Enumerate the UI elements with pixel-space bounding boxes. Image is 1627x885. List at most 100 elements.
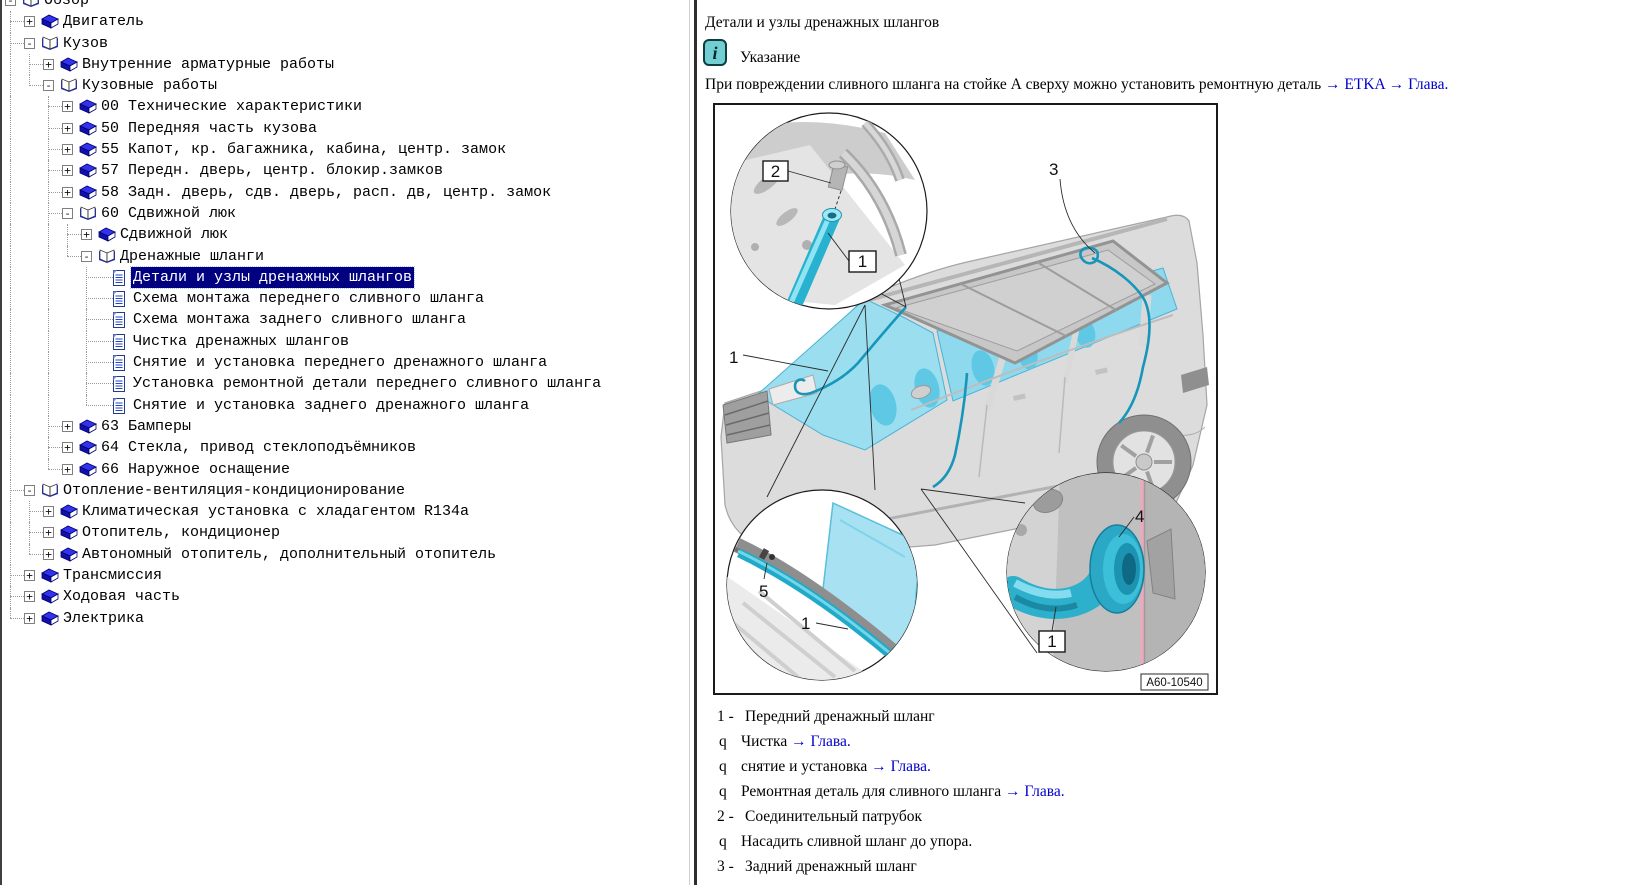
collapse-minus-icon[interactable]: - <box>24 38 35 49</box>
tree-item-label[interactable]: Кузов <box>61 33 110 54</box>
tree-item-label[interactable]: Кузовные работы <box>80 75 219 96</box>
tree-item-label[interactable]: 57 Передн. дверь, центр. блокир.замков <box>99 160 445 181</box>
tree-item-label[interactable]: Электрика <box>61 608 146 629</box>
collapse-minus-icon[interactable]: - <box>43 80 54 91</box>
tree-item-label[interactable]: Автономный отопитель, дополнительный ото… <box>80 544 498 565</box>
expand-plus-icon[interactable]: + <box>62 123 73 134</box>
collapse-minus-icon[interactable]: - <box>62 208 73 219</box>
tree-item[interactable]: Схема монтажа переднего сливного шланга <box>2 288 691 309</box>
tree-item[interactable]: - Отопление-вентиляция-кондиционирование <box>2 480 691 501</box>
expand-plus-icon[interactable]: + <box>24 613 35 624</box>
callout-1-left: 1 <box>729 348 738 367</box>
tree-item-label[interactable]: Климатическая установка с хладагентом R1… <box>80 501 471 522</box>
tree-guide <box>10 21 24 22</box>
chapter-link[interactable]: Глава. <box>1024 783 1064 800</box>
collapse-minus-icon[interactable]: - <box>5 0 16 6</box>
tree-item[interactable]: Схема монтажа заднего сливного шланга <box>2 309 691 330</box>
tree-item-label[interactable]: 00 Технические характеристики <box>99 96 364 117</box>
tree-item[interactable]: + Автономный отопитель, дополнительный от… <box>2 544 691 565</box>
tree-item-label[interactable]: Чистка дренажных шлангов <box>131 331 351 352</box>
tree-item-label[interactable]: 66 Наружное оснащение <box>99 459 292 480</box>
expand-plus-icon[interactable]: + <box>43 506 54 517</box>
collapse-minus-icon[interactable]: - <box>81 251 92 262</box>
tree-item-label[interactable]: Схема монтажа заднего сливного шланга <box>131 309 468 330</box>
expand-plus-icon[interactable]: + <box>43 527 54 538</box>
expand-plus-icon[interactable]: + <box>24 570 35 581</box>
tree-item[interactable]: + Трансмиссия <box>2 565 691 586</box>
document-icon <box>113 355 125 371</box>
tree-item-label[interactable]: 50 Передняя часть кузова <box>99 118 319 139</box>
tree-item[interactable]: - 60 Сдвижной люк <box>2 203 691 224</box>
expand-plus-icon[interactable]: + <box>24 16 35 27</box>
tree-item[interactable]: - Обзор <box>2 0 691 11</box>
expand-plus-icon[interactable]: + <box>62 187 73 198</box>
expand-plus-icon[interactable]: + <box>62 442 73 453</box>
legend-number: 1 - <box>705 704 745 729</box>
tree-item[interactable]: - Дренажные шланги <box>2 246 691 267</box>
expand-plus-icon[interactable]: + <box>24 591 35 602</box>
tree-item-label[interactable]: Установка ремонтной детали переднего сли… <box>131 373 603 394</box>
tree-item[interactable]: +50 Передняя часть кузова <box>2 118 691 139</box>
tree-item[interactable]: +58 Задн. дверь, сдв. дверь, расп. дв, ц… <box>2 182 691 203</box>
tree-item-label[interactable]: 55 Капот, кр. багажника, кабина, центр. … <box>99 139 508 160</box>
expand-plus-icon[interactable]: + <box>81 229 92 240</box>
tree-item-label[interactable]: Отопление-вентиляция-кондиционирование <box>61 480 407 501</box>
expand-plus-icon[interactable]: + <box>43 59 54 70</box>
tree-item[interactable]: +57 Передн. дверь, центр. блокир.замков <box>2 160 691 181</box>
tree-item-label[interactable]: Внутренние арматурные работы <box>80 54 336 75</box>
tree-guide <box>48 331 49 352</box>
tree-item[interactable]: Снятие и установка заднего дренажного шл… <box>2 395 691 416</box>
tree-item[interactable]: Чистка дренажных шлангов <box>2 331 691 352</box>
expand-plus-icon[interactable]: + <box>43 549 54 560</box>
tree-item-label-selected[interactable]: Детали и узлы дренажных шлангов <box>131 267 414 288</box>
panel-splitter[interactable] <box>689 0 697 885</box>
tree-item[interactable]: + Внутренние арматурные работы <box>2 54 691 75</box>
tree-item[interactable]: + Двигатель <box>2 11 691 32</box>
tree-item[interactable]: +00 Технические характеристики <box>2 96 691 117</box>
collapse-minus-icon[interactable]: - <box>24 485 35 496</box>
tree-item-label[interactable]: Двигатель <box>61 11 146 32</box>
tree-item[interactable]: +55 Капот, кр. багажника, кабина, центр.… <box>2 139 691 160</box>
tree-item[interactable]: + Электрика <box>2 608 691 629</box>
tree-item[interactable]: Установка ремонтной детали переднего сли… <box>2 373 691 394</box>
tree-item-label[interactable]: Обзор <box>42 0 91 11</box>
tree-guide <box>48 447 62 448</box>
legend-sub-item: qЧистка → Глава. <box>705 729 1627 754</box>
expand-plus-icon[interactable]: + <box>62 101 73 112</box>
expand-plus-icon[interactable]: + <box>62 165 73 176</box>
tree-item-label[interactable]: Ходовая часть <box>61 586 182 607</box>
tree-item-label[interactable]: 64 Стекла, привод стеклоподъёмников <box>99 437 418 458</box>
book-closed-icon <box>98 227 116 242</box>
expand-plus-icon[interactable]: + <box>62 144 73 155</box>
chapter-link[interactable]: Глава. <box>1408 76 1448 93</box>
tree-guide <box>86 298 113 299</box>
tree-item[interactable]: + Сдвижной люк <box>2 224 691 245</box>
chapter-link[interactable]: Глава. <box>810 733 850 750</box>
tree-item[interactable]: + Климатическая установка с хладагентом R… <box>2 501 691 522</box>
book-closed-icon <box>60 57 78 72</box>
tree-item[interactable]: - Кузовные работы <box>2 75 691 96</box>
tree-item-label[interactable]: Схема монтажа переднего сливного шланга <box>131 288 486 309</box>
expand-plus-icon[interactable]: + <box>62 464 73 475</box>
book-closed-icon <box>41 611 59 626</box>
tree-item-label[interactable]: Дренажные шланги <box>118 246 266 267</box>
tree-item-label[interactable]: Снятие и установка переднего дренажного … <box>131 352 549 373</box>
tree-item[interactable]: + Ходовая часть <box>2 586 691 607</box>
tree-item-label[interactable]: Трансмиссия <box>61 565 164 586</box>
etka-link[interactable]: ETKA <box>1344 76 1384 93</box>
tree-item[interactable]: +64 Стекла, привод стеклоподъёмников <box>2 437 691 458</box>
tree-item-label[interactable]: 58 Задн. дверь, сдв. дверь, расп. дв, це… <box>99 182 553 203</box>
chapter-link[interactable]: Глава. <box>891 758 931 775</box>
tree-item-label[interactable]: Снятие и установка заднего дренажного шл… <box>131 395 531 416</box>
tree-item[interactable]: - Кузов <box>2 33 691 54</box>
tree-item-label[interactable]: 60 Сдвижной люк <box>99 203 238 224</box>
expand-plus-icon[interactable]: + <box>62 421 73 432</box>
tree-item[interactable]: +66 Наружное оснащение <box>2 459 691 480</box>
tree-item-label[interactable]: Сдвижной люк <box>118 224 230 245</box>
tree-item[interactable]: + Отопитель, кондиционер <box>2 522 691 543</box>
tree-item[interactable]: Детали и узлы дренажных шлангов <box>2 267 691 288</box>
tree-item-label[interactable]: 63 Бамперы <box>99 416 193 437</box>
tree-item[interactable]: Снятие и установка переднего дренажного … <box>2 352 691 373</box>
tree-item[interactable]: +63 Бамперы <box>2 416 691 437</box>
tree-item-label[interactable]: Отопитель, кондиционер <box>80 522 282 543</box>
